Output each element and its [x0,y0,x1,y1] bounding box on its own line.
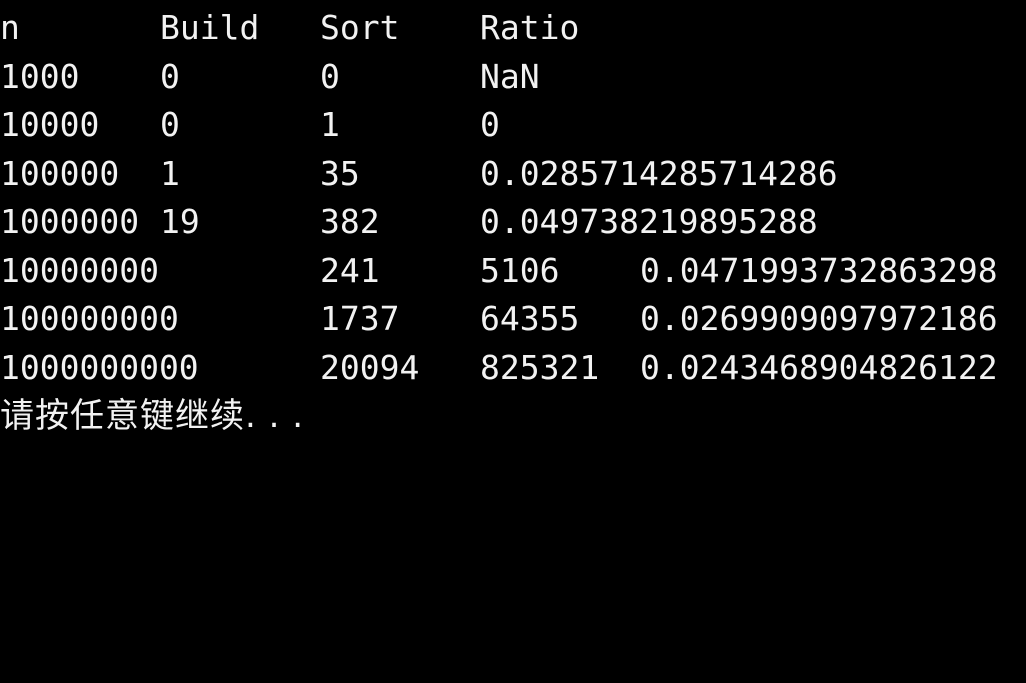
table-row: 10000000 241 5106 0.0471993732863298 [0,247,1026,296]
header-build: Build [160,8,260,47]
row-extra: 0.0243468904826122 [640,347,998,387]
row-sort: 35 [320,153,360,193]
prompt-line: 请按任意键继续. . . [0,392,1026,441]
row-n: 10000000 [0,250,159,290]
row-n: 10000 [0,105,100,144]
row-build: 1 [160,153,180,193]
row-sort: 382 [320,202,380,241]
table-row: 1000000000 20094 825321 0.02434689048261… [0,344,1026,393]
row-ratio: NaN [480,56,540,96]
header-row: n Build Sort Ratio [0,4,1026,53]
continue-prompt: 请按任意键继续. . . [0,396,305,436]
row-n: 100000 [0,153,120,193]
row-extra: 0.0471993732863298 [640,250,998,290]
row-n: 100000000 [0,299,179,338]
table-row: 1000 0 0 NaN [0,53,1026,102]
row-build: 19 [160,202,200,241]
row-sort: 1 [320,105,340,144]
row-ratio: 5106 [480,250,560,290]
row-ratio: 64355 [480,299,580,338]
row-build: 0 [160,56,180,96]
row-n: 1000 [0,56,80,96]
header-sort: Sort [320,8,400,47]
table-row: 1000000 19 382 0.049738219895288 [0,198,1026,247]
row-build: 0 [160,105,180,144]
table-row: 100000000 1737 64355 0.0269909097972186 [0,295,1026,344]
header-ratio: Ratio [480,8,580,47]
row-extra: 0.0269909097972186 [640,299,998,338]
row-ratio: 0.0285714285714286 [480,153,838,193]
row-sort: 1737 [320,299,400,338]
row-sort: 241 [320,250,380,290]
table-row: 100000 1 35 0.0285714285714286 [0,150,1026,199]
row-ratio: 0.049738219895288 [480,202,818,241]
row-ratio: 0 [480,105,500,144]
row-sort: 0 [320,56,340,96]
row-ratio: 825321 [480,347,600,387]
table-row: 10000 0 1 0 [0,101,1026,150]
row-sort: 20094 [320,347,420,387]
row-n: 1000000000 [0,347,199,387]
row-n: 1000000 [0,202,140,241]
console-window: n Build Sort Ratio 1000 0 0 NaN 10000 0 … [0,0,1026,459]
header-n: n [0,8,20,47]
